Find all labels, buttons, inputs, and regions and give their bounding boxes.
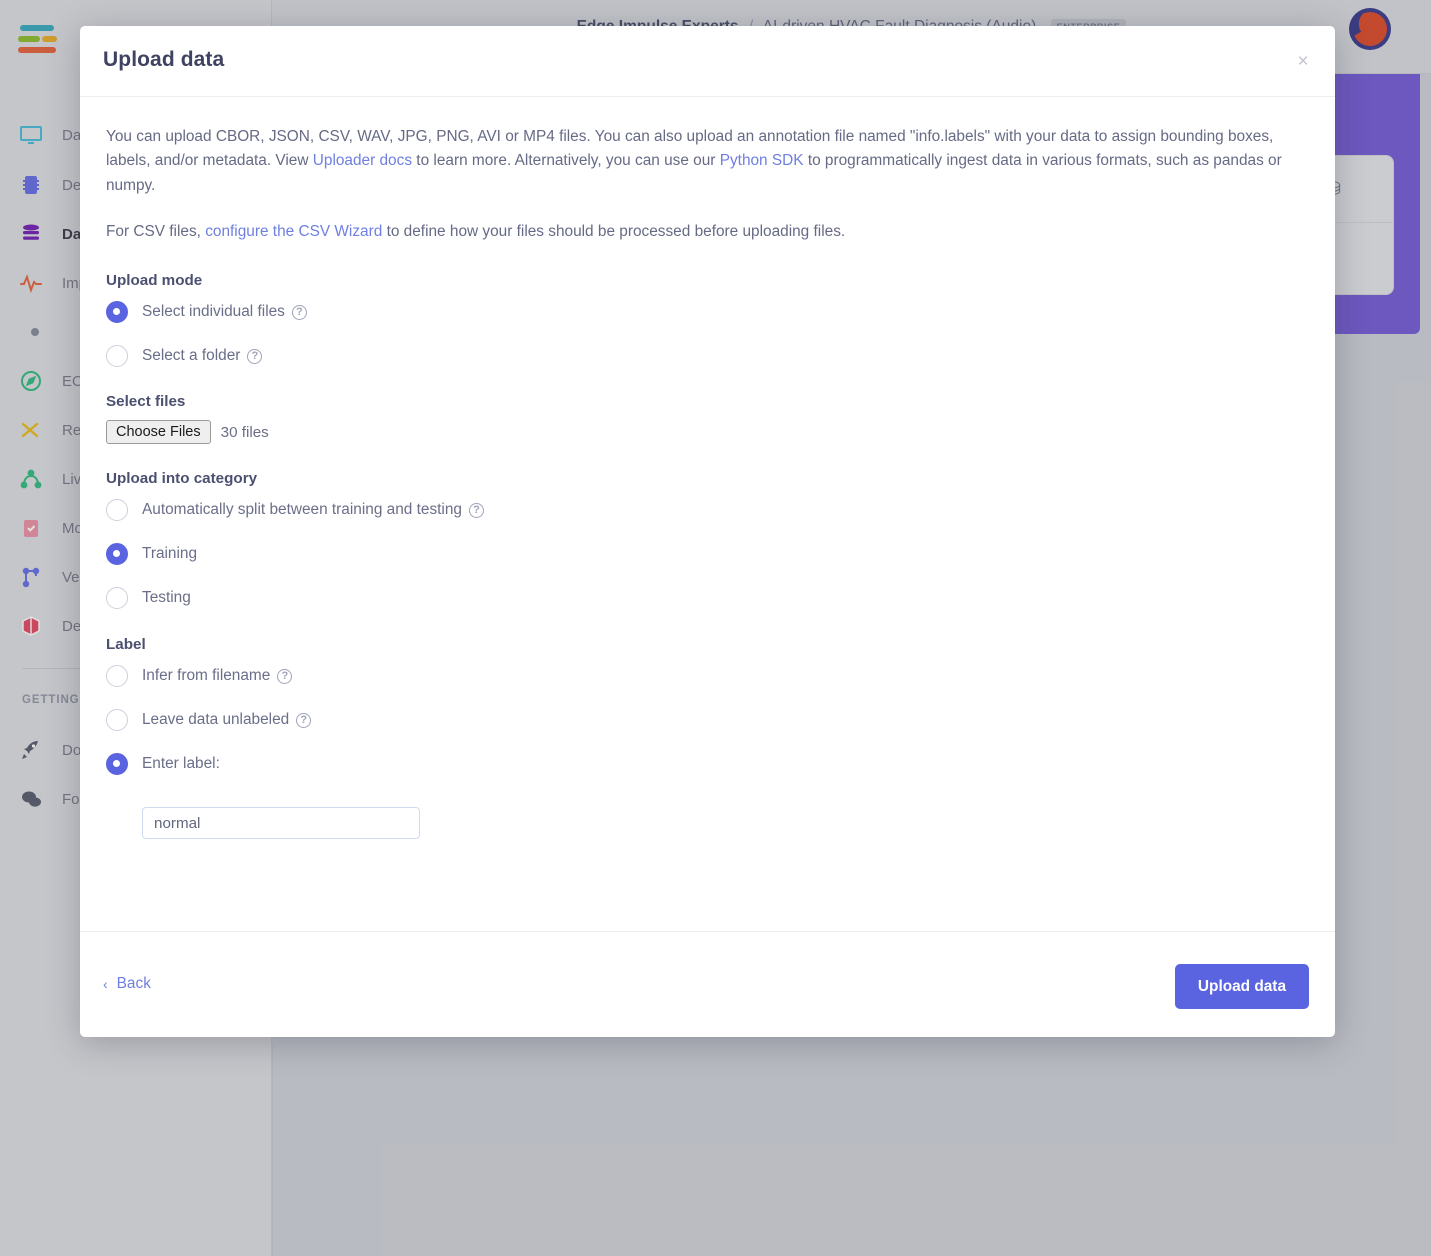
upload-data-button[interactable]: Upload data <box>1174 964 1309 1009</box>
python-sdk-link[interactable]: Python SDK <box>720 152 804 169</box>
radio-label: Testing <box>142 589 191 607</box>
help-icon[interactable]: ? <box>291 304 307 320</box>
upload-data-dialog: Upload data × You can upload CBOR, JSON,… <box>80 26 1335 1037</box>
upload-mode-heading: Upload mode <box>106 272 203 290</box>
dialog-header: Upload data × <box>80 26 1335 97</box>
radio-leave-unlabeled[interactable]: Leave data unlabeled ? <box>106 707 1309 733</box>
back-label: Back <box>116 975 151 992</box>
radio-mark <box>106 587 128 610</box>
radio-mark <box>106 753 128 776</box>
csv-text-1: For CSV files, <box>106 222 206 240</box>
csv-text-2: to define how your files should be proce… <box>382 222 846 240</box>
selected-file-count: 30 files <box>220 423 269 441</box>
chevron-left-icon: ‹ <box>103 976 108 992</box>
label-heading: Label <box>106 636 146 654</box>
radio-label: Select individual files <box>142 303 285 321</box>
radio-label: Training <box>142 545 198 563</box>
help-icon[interactable]: ? <box>247 348 263 364</box>
label-input[interactable] <box>142 807 420 840</box>
help-icon[interactable]: ? <box>296 712 312 728</box>
file-input-row: Choose Files 30 files <box>106 420 1309 445</box>
dialog-body: You can upload CBOR, JSON, CSV, WAV, JPG… <box>80 97 1335 931</box>
radio-mark <box>106 665 128 688</box>
radio-training[interactable]: Training <box>106 541 1309 567</box>
intro-paragraph: You can upload CBOR, JSON, CSV, WAV, JPG… <box>106 125 1306 198</box>
radio-mark <box>106 709 128 732</box>
radio-select-a-folder[interactable]: Select a folder ? <box>106 343 1309 369</box>
csv-note-paragraph: For CSV files, configure the CSV Wizard … <box>106 220 1306 244</box>
radio-label: Automatically split between training and… <box>142 501 462 519</box>
radio-auto-split[interactable]: Automatically split between training and… <box>106 497 1309 523</box>
radio-infer-from-filename[interactable]: Infer from filename ? <box>106 663 1309 689</box>
intro-text-2: to learn more. Alternatively, you can us… <box>412 152 720 170</box>
upload-category-heading: Upload into category <box>106 470 258 488</box>
help-icon[interactable]: ? <box>277 668 293 684</box>
dialog-footer: ‹ Back Upload data <box>80 931 1335 1037</box>
radio-mark <box>106 301 128 324</box>
csv-wizard-link[interactable]: configure the CSV Wizard <box>205 223 382 240</box>
close-icon[interactable]: × <box>1291 50 1315 74</box>
choose-files-button[interactable]: Choose Files <box>106 420 211 445</box>
dialog-title: Upload data <box>103 48 225 71</box>
radio-testing[interactable]: Testing <box>106 585 1309 611</box>
radio-label: Leave data unlabeled <box>142 711 290 729</box>
radio-mark <box>106 543 128 566</box>
back-button[interactable]: ‹ Back <box>103 975 151 993</box>
radio-label: Enter label: <box>142 755 220 773</box>
radio-select-individual-files[interactable]: Select individual files ? <box>106 299 1309 325</box>
radio-label: Select a folder <box>142 347 241 365</box>
help-icon[interactable]: ? <box>468 502 484 518</box>
radio-mark <box>106 499 128 522</box>
radio-enter-label[interactable]: Enter label: <box>106 751 1309 777</box>
select-files-heading: Select files <box>106 393 186 411</box>
radio-mark <box>106 345 128 368</box>
uploader-docs-link[interactable]: Uploader docs <box>313 152 412 169</box>
radio-label: Infer from filename <box>142 667 271 685</box>
